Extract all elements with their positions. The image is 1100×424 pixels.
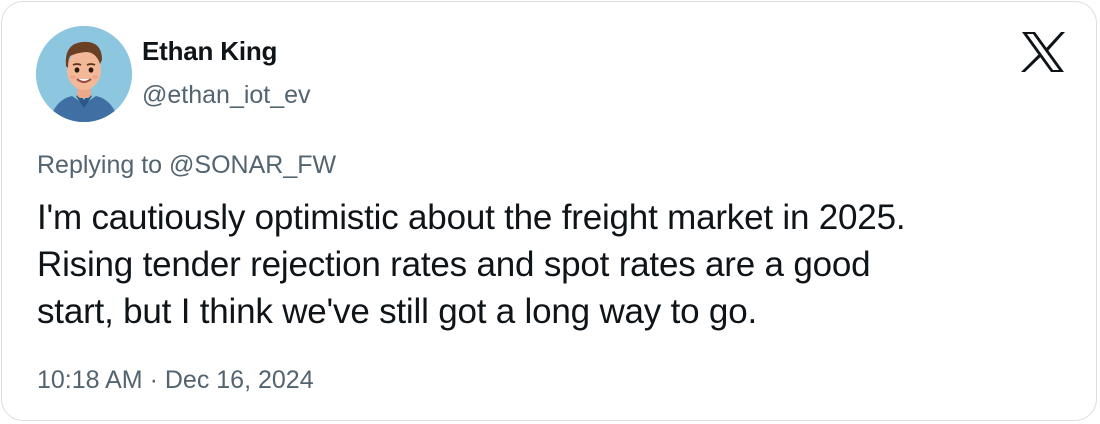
tweet-time: 10:18 AM	[37, 366, 143, 394]
reply-target-link[interactable]: @SONAR_FW	[169, 151, 336, 179]
author-display-name[interactable]: Ethan King	[142, 36, 277, 67]
tweet-card: Ethan King @ethan_iot_ev Replying to @SO…	[1, 1, 1097, 421]
meta-separator: ·	[149, 366, 158, 394]
tweet-text-line: I'm cautiously optimistic about the frei…	[37, 198, 906, 237]
tweet-text-line: start, but I think we've still got a lon…	[37, 292, 757, 331]
x-logo-icon[interactable]	[1020, 31, 1066, 73]
tweet-text: I'm cautiously optimistic about the frei…	[37, 194, 1077, 335]
avatar-portrait-icon	[36, 26, 132, 122]
author-handle[interactable]: @ethan_iot_ev	[142, 81, 311, 110]
avatar[interactable]	[36, 26, 132, 122]
tweet-text-line: Rising tender rejection rates and spot r…	[37, 245, 871, 284]
replying-prefix: Replying to	[37, 151, 163, 179]
tweet-timestamp[interactable]: 10:18 AM · Dec 16, 2024	[37, 366, 314, 395]
tweet-date: Dec 16, 2024	[164, 366, 314, 394]
replying-to: Replying to @SONAR_FW	[37, 151, 336, 180]
